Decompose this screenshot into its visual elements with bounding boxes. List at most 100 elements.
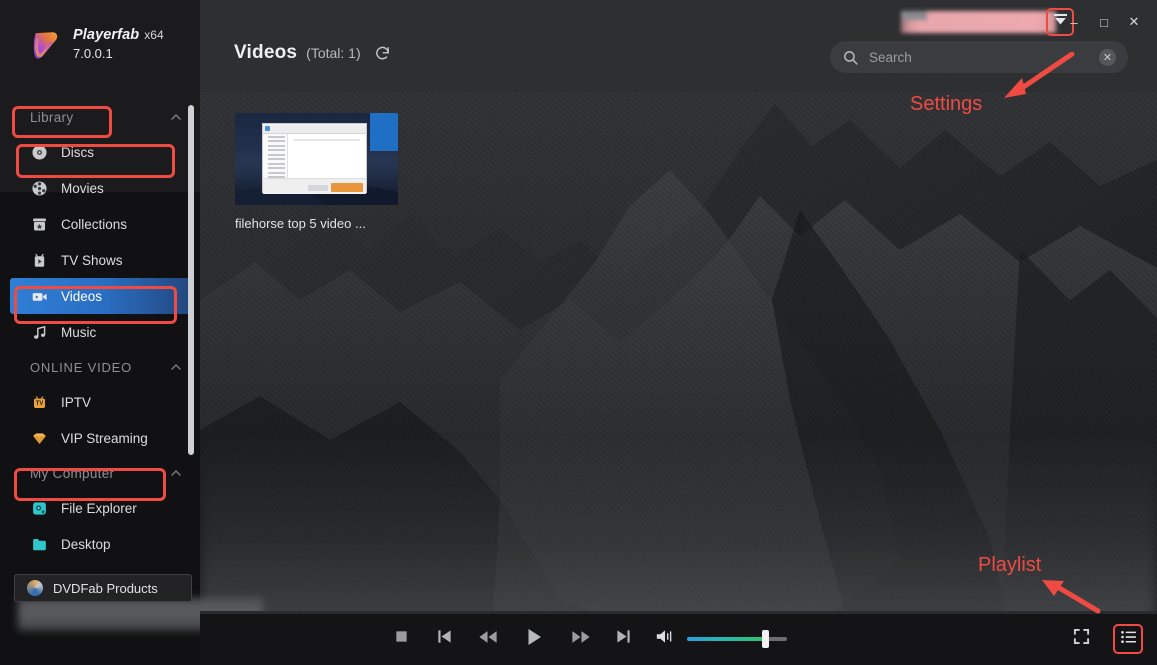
file-explorer-icon	[31, 500, 48, 517]
volume-control	[655, 628, 787, 650]
dvdfab-products-menu-item[interactable]: DVDFab Products	[14, 574, 192, 602]
annotation-playlist-label: Playlist	[978, 554, 1041, 577]
sidebar-item-discs-label: Discs	[61, 145, 94, 160]
sidebar-section-my-computer[interactable]: My Computer	[0, 456, 200, 490]
sidebar-item-discs[interactable]: Discs	[0, 134, 200, 170]
collection-box-icon	[31, 216, 48, 233]
vip-gem-icon	[31, 430, 48, 447]
thumbnail-dialog-nav	[263, 134, 288, 178]
sidebar-item-tv-shows-label: TV Shows	[61, 253, 123, 268]
volume-slider-handle[interactable]	[762, 630, 769, 648]
stop-button[interactable]	[380, 621, 423, 657]
thumbnail-blue-panel	[370, 113, 398, 151]
sidebar-nav: Library Discs Movies	[0, 100, 200, 562]
music-note-icon	[31, 324, 48, 341]
page-title: Videos	[234, 42, 297, 64]
sidebar-section-library-label: Library	[30, 110, 73, 125]
sidebar-item-music[interactable]: Music	[0, 314, 200, 350]
tv-icon	[31, 252, 48, 269]
search-bar[interactable]: ✕	[830, 41, 1128, 73]
clear-search-icon[interactable]: ✕	[1099, 49, 1116, 66]
page-title-row: Videos (Total: 1)	[234, 42, 391, 64]
skip-previous-icon	[436, 628, 453, 650]
sidebar-item-vip-streaming-label: VIP Streaming	[61, 431, 148, 446]
brand-text: Playerfab x64 7.0.0.1	[73, 26, 164, 61]
brand-arch: x64	[144, 28, 164, 42]
brand: Playerfab x64 7.0.0.1	[28, 26, 164, 62]
rewind-icon	[478, 629, 498, 650]
sidebar-item-videos-label: Videos	[61, 289, 102, 304]
content-header: Videos (Total: 1) – □ ✕	[200, 0, 1157, 92]
chevron-up-icon[interactable]	[170, 361, 182, 373]
dvdfab-products-label: DVDFab Products	[53, 581, 158, 596]
player-right-controls	[1060, 621, 1143, 657]
desktop-folder-icon	[31, 536, 48, 553]
sidebar-item-desktop[interactable]: Desktop	[0, 526, 200, 562]
sidebar-scrollbar-thumb[interactable]	[188, 105, 194, 455]
chevron-up-icon[interactable]	[170, 111, 182, 123]
fullscreen-icon	[1073, 628, 1090, 650]
window-buttons: – □ ✕	[1059, 10, 1149, 34]
playback-progress-bar[interactable]	[200, 611, 1157, 614]
sidebar-item-iptv-label: IPTV	[61, 395, 91, 410]
minimize-button[interactable]: –	[1059, 10, 1089, 34]
chevron-up-icon[interactable]	[170, 467, 182, 479]
play-button[interactable]	[509, 621, 559, 657]
video-camera-icon	[31, 288, 48, 305]
brand-name: Playerfab	[73, 27, 139, 43]
sidebar-item-file-explorer-label: File Explorer	[61, 501, 137, 516]
search-icon	[842, 49, 859, 66]
sidebar-item-vip-streaming[interactable]: VIP Streaming	[0, 420, 200, 456]
search-input[interactable]	[869, 50, 1099, 65]
transport-controls	[380, 621, 645, 657]
stop-icon	[394, 629, 409, 649]
dvdfab-products-icon	[27, 580, 43, 596]
sidebar-section-online-video[interactable]: ONLINE VIDEO	[0, 350, 200, 384]
sidebar-item-tv-shows[interactable]: TV Shows	[0, 242, 200, 278]
fullscreen-button[interactable]	[1060, 621, 1103, 657]
fast-forward-button[interactable]	[559, 621, 602, 657]
film-reel-icon	[31, 180, 48, 197]
close-button[interactable]: ✕	[1119, 10, 1149, 34]
volume-icon[interactable]	[655, 628, 675, 650]
iptv-badge-icon: TV	[31, 394, 48, 411]
volume-slider[interactable]	[687, 637, 787, 641]
sidebar-item-movies-label: Movies	[61, 181, 104, 196]
sidebar-section-online-video-label: ONLINE VIDEO	[30, 360, 132, 375]
playerfab-window: Videos (Total: 1) – □ ✕	[0, 0, 1157, 665]
svg-text:TV: TV	[36, 401, 44, 407]
sidebar-item-desktop-label: Desktop	[61, 537, 111, 552]
skip-next-icon	[615, 628, 632, 650]
sidebar-item-videos[interactable]: Videos	[10, 278, 190, 314]
player-controls-bar	[200, 613, 1157, 665]
playlist-button[interactable]	[1113, 624, 1143, 654]
playlist-icon	[1121, 630, 1136, 649]
disc-icon	[31, 144, 48, 161]
item-total-count: (Total: 1)	[306, 45, 360, 61]
video-card[interactable]: filehorse top 5 video ...	[235, 113, 398, 231]
thumbnail-dialog-main	[288, 134, 366, 178]
library-grid: filehorse top 5 video ...	[235, 113, 398, 231]
annotation-settings-label: Settings	[910, 93, 982, 116]
previous-button[interactable]	[423, 621, 466, 657]
sidebar-item-collections[interactable]: Collections	[0, 206, 200, 242]
sidebar-section-library[interactable]: Library	[0, 100, 200, 134]
sidebar-section-my-computer-label: My Computer	[30, 466, 114, 481]
sidebar-item-movies[interactable]: Movies	[0, 170, 200, 206]
video-card-label: filehorse top 5 video ...	[235, 216, 398, 231]
sidebar-item-iptv[interactable]: TV IPTV	[0, 384, 200, 420]
fast-forward-icon	[571, 629, 591, 650]
brand-version: 7.0.0.1	[73, 46, 164, 61]
rewind-button[interactable]	[466, 621, 509, 657]
sidebar-item-collections-label: Collections	[61, 217, 127, 232]
playerfab-play-logo-icon	[28, 28, 62, 62]
next-button[interactable]	[602, 621, 645, 657]
maximize-button[interactable]: □	[1089, 10, 1119, 34]
video-thumbnail[interactable]	[235, 113, 398, 205]
sidebar-item-music-label: Music	[61, 325, 96, 340]
play-icon	[524, 627, 544, 652]
refresh-icon[interactable]	[374, 45, 391, 62]
account-bar-redacted[interactable]	[901, 11, 1056, 33]
sidebar-item-file-explorer[interactable]: File Explorer	[0, 490, 200, 526]
sidebar: Playerfab x64 7.0.0.1 Library Discs	[0, 0, 200, 665]
